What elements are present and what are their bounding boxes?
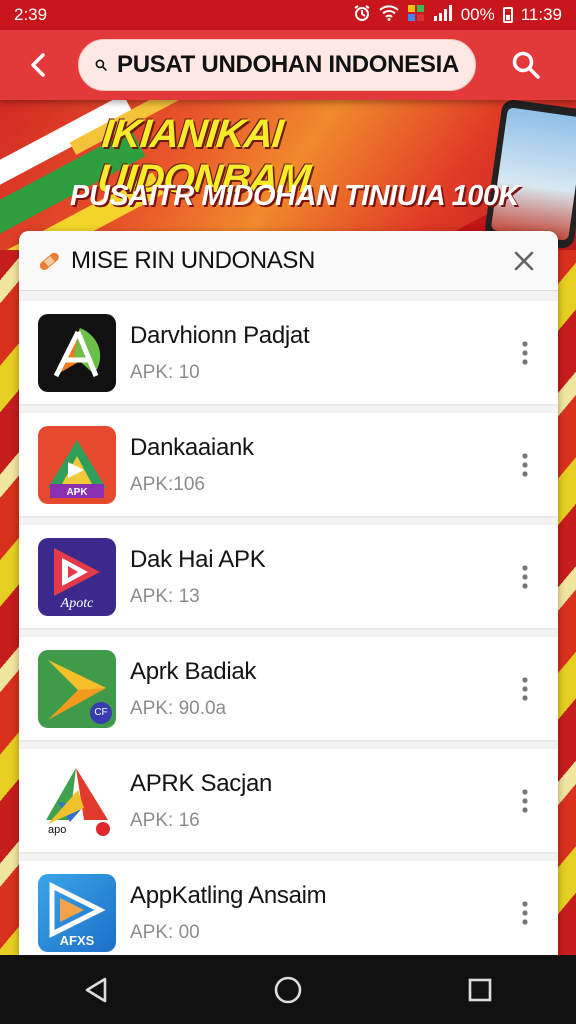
search-query: PUSAT UNDOHAN INDONESIA <box>116 51 459 78</box>
app-name: Darvhionn Padjat <box>130 321 310 349</box>
nav-recents-button[interactable] <box>440 960 520 1020</box>
multicolor-triangle-app-icon: apo <box>38 761 116 840</box>
app-info: AppKatling Ansaim APK: 00 <box>130 882 508 944</box>
signal-icon <box>433 4 453 26</box>
alarm-icon <box>353 4 371 27</box>
close-button[interactable] <box>504 241 544 281</box>
search-input[interactable]: PUSAT UNDOHAN INDONESIA <box>78 39 476 91</box>
app-notification-icon <box>407 4 425 27</box>
more-options-button[interactable] <box>508 883 542 943</box>
status-icons: 00% 11:39 <box>353 4 562 27</box>
app-icon-label: AFXS <box>59 932 95 948</box>
app-name: APRK Sacjan <box>130 769 273 797</box>
search-icon <box>95 59 107 71</box>
battery-icon <box>502 7 513 23</box>
green-play-arrow-app-icon: CF <box>38 649 116 728</box>
app-name: Dankaaiank <box>130 433 254 461</box>
status-bar: 2:39 00% 11:39 <box>0 0 576 30</box>
app-bar: PUSAT UNDOHAN INDONESIA <box>0 30 576 100</box>
more-options-button[interactable] <box>508 659 542 719</box>
phone-image <box>483 100 576 250</box>
more-options-button[interactable] <box>508 323 542 383</box>
red-colorful-arrow-app-icon: APK <box>38 425 116 504</box>
more-vert-icon <box>522 340 528 365</box>
list-item[interactable]: APK Dankaaiank APK:106 <box>19 413 558 516</box>
app-list-panel: MISE RIN UNDONASN Darvhionn Padjat APK: … <box>19 231 558 956</box>
chevron-left-icon <box>31 53 45 77</box>
more-vert-icon <box>522 788 528 813</box>
more-options-button[interactable] <box>508 547 542 607</box>
app-icon-label: Apotc <box>60 595 94 611</box>
banner-subtitle: PUSAITR MIDOHAN TINIUIA 100K <box>70 180 519 212</box>
app-list: Darvhionn Padjat APK: 10 APK Dankaaiank … <box>19 291 558 956</box>
purple-play-arrow-app-icon: Apotc <box>38 537 116 616</box>
back-triangle-icon <box>85 977 107 1002</box>
nav-back-button[interactable] <box>56 960 136 1020</box>
wifi-icon <box>378 4 399 26</box>
promo-banner[interactable]: IKIANIKAI UIDONBAM PUSAITR MIDOHAN TINIU… <box>0 100 576 250</box>
app-info: Dak Hai APK APK: 13 <box>130 546 508 608</box>
list-item[interactable]: Darvhionn Padjat APK: 10 <box>19 301 558 404</box>
app-meta: APK: 00 <box>130 921 200 943</box>
bandage-icon <box>39 252 59 270</box>
app-meta: APK: 90.0a <box>130 697 227 719</box>
more-vert-icon <box>522 676 528 701</box>
app-info: Aprk Badiak APK: 90.0a <box>130 658 508 720</box>
system-nav-bar <box>0 955 576 1024</box>
back-button[interactable] <box>0 30 78 100</box>
blue-play-arrow-app-icon: AFXS <box>38 873 116 952</box>
app-name: Aprk Badiak <box>130 657 257 685</box>
panel-header: MISE RIN UNDONASN <box>19 231 558 291</box>
more-vert-icon <box>522 452 528 477</box>
app-icon-badge <box>96 821 110 836</box>
recents-square-icon <box>468 978 492 1001</box>
list-item[interactable]: CF Aprk Badiak APK: 90.0a <box>19 637 558 740</box>
app-meta: APK: 16 <box>130 809 200 831</box>
search-button[interactable] <box>476 30 576 100</box>
app-info: Darvhionn Padjat APK: 10 <box>130 322 508 384</box>
nav-home-button[interactable] <box>248 960 328 1020</box>
more-options-button[interactable] <box>508 771 542 831</box>
orange-green-a-app-icon <box>38 313 116 392</box>
app-info: APRK Sacjan APK: 16 <box>130 770 508 832</box>
more-vert-icon <box>522 564 528 589</box>
app-info: Dankaaiank APK:106 <box>130 434 508 496</box>
app-name: AppKatling Ansaim <box>130 881 327 909</box>
app-meta: APK:106 <box>130 473 205 495</box>
list-item[interactable]: AFXS AppKatling Ansaim APK: 00 <box>19 861 558 956</box>
list-item[interactable]: apo APRK Sacjan APK: 16 <box>19 749 558 852</box>
more-options-button[interactable] <box>508 435 542 495</box>
app-icon-label: apo <box>48 823 67 836</box>
app-meta: APK: 10 <box>130 361 200 383</box>
list-item[interactable]: Apotc Dak Hai APK APK: 13 <box>19 525 558 628</box>
app-name: Dak Hai APK <box>130 545 266 573</box>
status-time-right: 11:39 <box>520 5 562 24</box>
battery-percent: 00% <box>460 5 495 24</box>
more-vert-icon <box>522 900 528 925</box>
app-icon-badge: CF <box>90 701 112 724</box>
search-icon <box>512 51 540 79</box>
svg-text:APK: APK <box>66 487 88 498</box>
panel-title: MISE RIN UNDONASN <box>71 246 315 274</box>
close-icon <box>514 251 534 270</box>
home-circle-icon <box>274 976 302 1003</box>
app-meta: APK: 13 <box>130 585 200 607</box>
status-time-left: 2:39 <box>14 5 48 24</box>
